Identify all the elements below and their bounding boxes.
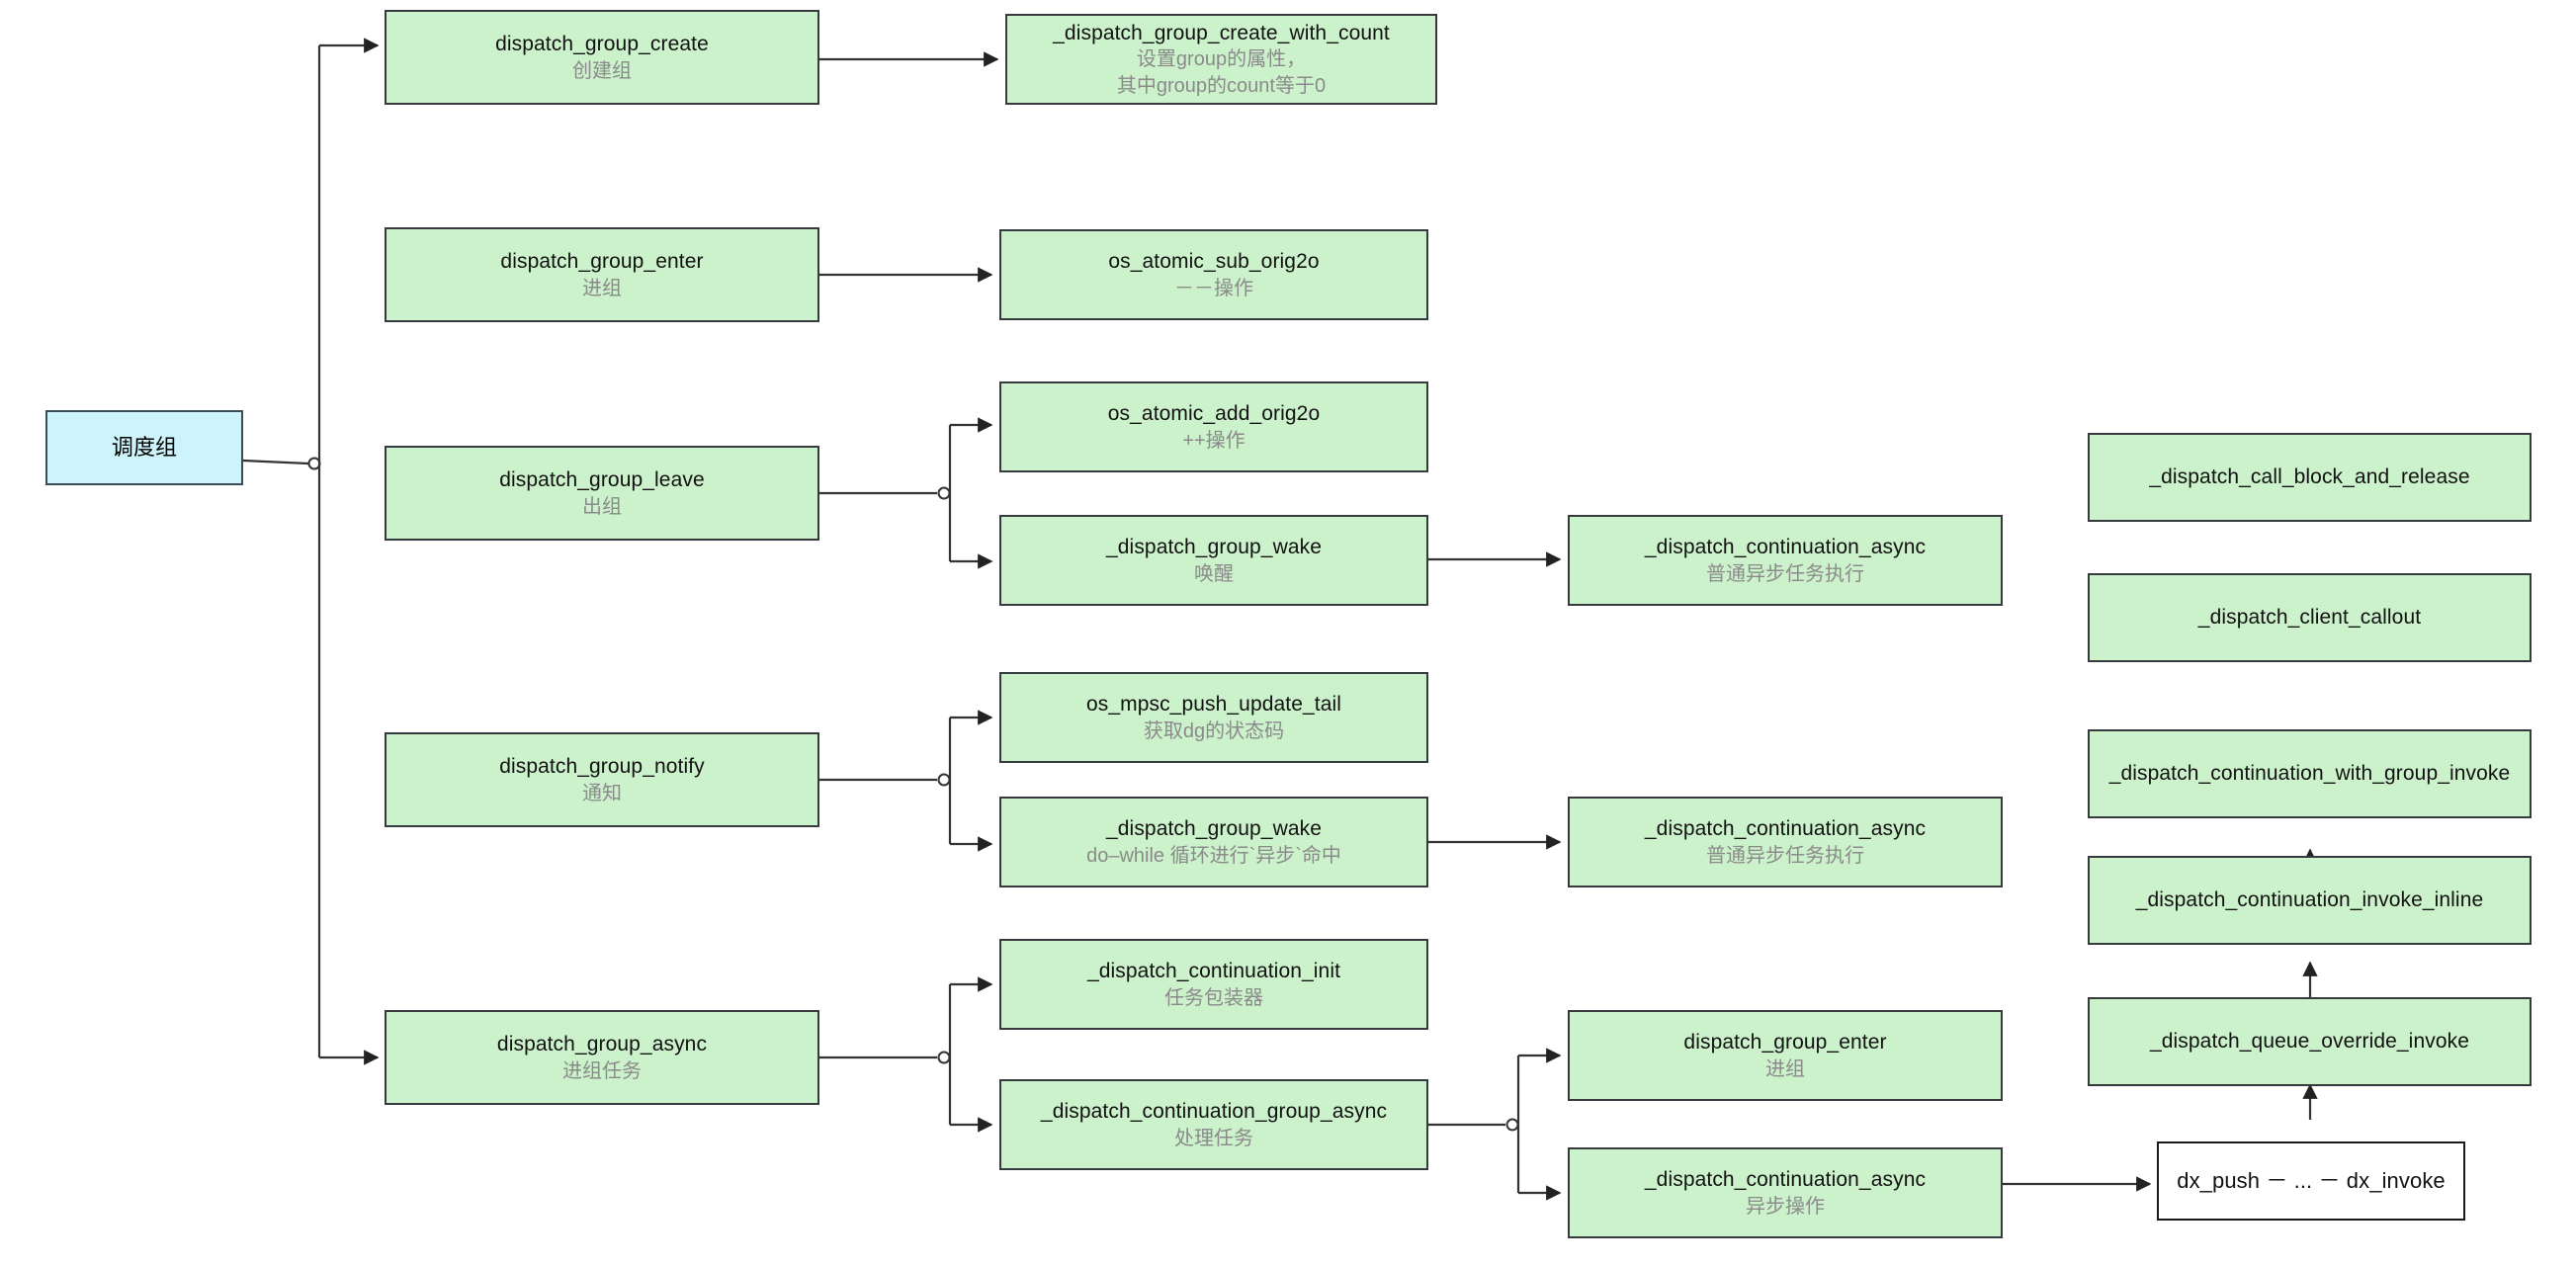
diagram-canvas: 调度组 dispatch_group_create 创建组 dispatch_g… [0, 0, 2576, 1267]
node-title: _dispatch_continuation_init [1086, 960, 1341, 983]
node-title: _dispatch_group_wake [1106, 536, 1322, 559]
node-dispatch-continuation-with-group-invoke[interactable]: _dispatch_continuation_with_group_invoke [2088, 729, 2532, 818]
node-subtitle: 进组 [1765, 1057, 1805, 1080]
node-dispatch-call-block-and-release[interactable]: _dispatch_call_block_and_release [2088, 433, 2532, 522]
node-title: _dispatch_group_create_with_count [1053, 21, 1390, 44]
junction-notify [937, 773, 951, 787]
node-title: dispatch_group_enter [500, 250, 704, 274]
node-dispatch-continuation-async-notify[interactable]: _dispatch_continuation_async 普通异步任务执行 [1568, 797, 2003, 887]
node-subtitle: 处理任务 [1174, 1127, 1253, 1149]
node-title: _dispatch_call_block_and_release [2149, 465, 2470, 489]
node-title: _dispatch_queue_override_invoke [2149, 1030, 2469, 1054]
node-subtitle: ++操作 [1182, 429, 1245, 452]
node-os-atomic-sub-orig2o[interactable]: os_atomic_sub_orig2o －－操作 [999, 229, 1428, 320]
node-subtitle: 进组任务 [562, 1059, 642, 1082]
node-dispatch-continuation-async-leave[interactable]: _dispatch_continuation_async 普通异步任务执行 [1568, 515, 2003, 606]
node-dispatch-group-create-with-count[interactable]: _dispatch_group_create_with_count 设置grou… [1005, 14, 1437, 105]
node-dispatch-group-wake-leave[interactable]: _dispatch_group_wake 唤醒 [999, 515, 1428, 606]
node-subtitle: 任务包装器 [1164, 986, 1263, 1009]
node-title: os_atomic_sub_orig2o [1108, 250, 1320, 274]
junction-leave [937, 486, 951, 500]
node-root-title: 调度组 [111, 434, 178, 460]
node-dispatch-group-enter[interactable]: dispatch_group_enter 进组 [385, 227, 819, 322]
node-dispatch-client-callout[interactable]: _dispatch_client_callout [2088, 573, 2532, 662]
node-subtitle: 普通异步任务执行 [1706, 562, 1864, 585]
node-title: os_mpsc_push_update_tail [1085, 693, 1342, 717]
node-title: os_atomic_add_orig2o [1107, 402, 1321, 426]
node-os-mpsc-push-update-tail[interactable]: os_mpsc_push_update_tail 获取dg的状态码 [999, 672, 1428, 763]
node-title: _dispatch_continuation_with_group_invoke [2108, 762, 2511, 786]
node-title: dispatch_group_leave [499, 468, 705, 492]
node-dx-push-dx-invoke[interactable]: dx_push － ... － dx_invoke [2157, 1141, 2465, 1221]
node-title: _dispatch_continuation_group_async [1040, 1100, 1388, 1124]
node-title: _dispatch_continuation_async [1644, 817, 1927, 841]
junction-root [307, 457, 321, 470]
node-subtitle: 获取dg的状态码 [1143, 719, 1285, 742]
junction-contgroup [1505, 1118, 1519, 1132]
node-os-atomic-add-orig2o[interactable]: os_atomic_add_orig2o ++操作 [999, 381, 1428, 472]
node-title: _dispatch_group_wake [1106, 817, 1322, 841]
node-root-dispatch-group[interactable]: 调度组 [45, 410, 243, 485]
node-dispatch-group-notify[interactable]: dispatch_group_notify 通知 [385, 732, 819, 827]
node-title: _dispatch_continuation_async [1644, 1168, 1927, 1192]
node-dispatch-continuation-async-step[interactable]: _dispatch_continuation_async 异步操作 [1568, 1147, 2003, 1238]
node-dispatch-group-leave[interactable]: dispatch_group_leave 出组 [385, 446, 819, 541]
node-subtitle: 通知 [582, 782, 622, 804]
node-dispatch-queue-override-invoke[interactable]: _dispatch_queue_override_invoke [2088, 997, 2532, 1086]
node-title: dispatch_group_enter [1683, 1031, 1887, 1055]
node-title: _dispatch_continuation_invoke_inline [2135, 888, 2484, 912]
node-dispatch-group-create[interactable]: dispatch_group_create 创建组 [385, 10, 819, 105]
node-subtitle: －－操作 [1174, 277, 1253, 299]
node-subtitle: 出组 [582, 495, 622, 518]
node-dispatch-continuation-init[interactable]: _dispatch_continuation_init 任务包装器 [999, 939, 1428, 1030]
node-subtitle: 创建组 [572, 59, 632, 82]
node-dispatch-continuation-group-async[interactable]: _dispatch_continuation_group_async 处理任务 [999, 1079, 1428, 1170]
node-title: dispatch_group_async [496, 1033, 708, 1056]
node-title: dispatch_group_notify [499, 755, 705, 779]
edge-root-trunk [242, 459, 309, 465]
node-subtitle: 普通异步任务执行 [1706, 844, 1864, 867]
node-subtitle-2: 其中group的count等于0 [1116, 75, 1327, 98]
node-dispatch-continuation-invoke-inline[interactable]: _dispatch_continuation_invoke_inline [2088, 856, 2532, 945]
node-subtitle: 异步操作 [1746, 1195, 1825, 1218]
node-dispatch-group-wake-notify[interactable]: _dispatch_group_wake do–while 循环进行`异步`命中 [999, 797, 1428, 887]
node-dispatch-group-enter-2[interactable]: dispatch_group_enter 进组 [1568, 1010, 2003, 1101]
node-title: _dispatch_continuation_async [1644, 536, 1927, 559]
node-title: dispatch_group_create [495, 33, 709, 56]
node-subtitle: 进组 [582, 277, 622, 299]
node-title: _dispatch_client_callout [2197, 606, 2422, 630]
node-subtitle: do–while 循环进行`异步`命中 [1086, 844, 1341, 867]
node-dispatch-group-async[interactable]: dispatch_group_async 进组任务 [385, 1010, 819, 1105]
node-subtitle: 设置group的属性， [1136, 48, 1307, 71]
node-title: dx_push － ... － dx_invoke [2177, 1167, 2446, 1193]
node-subtitle: 唤醒 [1194, 562, 1234, 585]
junction-async [937, 1051, 951, 1064]
